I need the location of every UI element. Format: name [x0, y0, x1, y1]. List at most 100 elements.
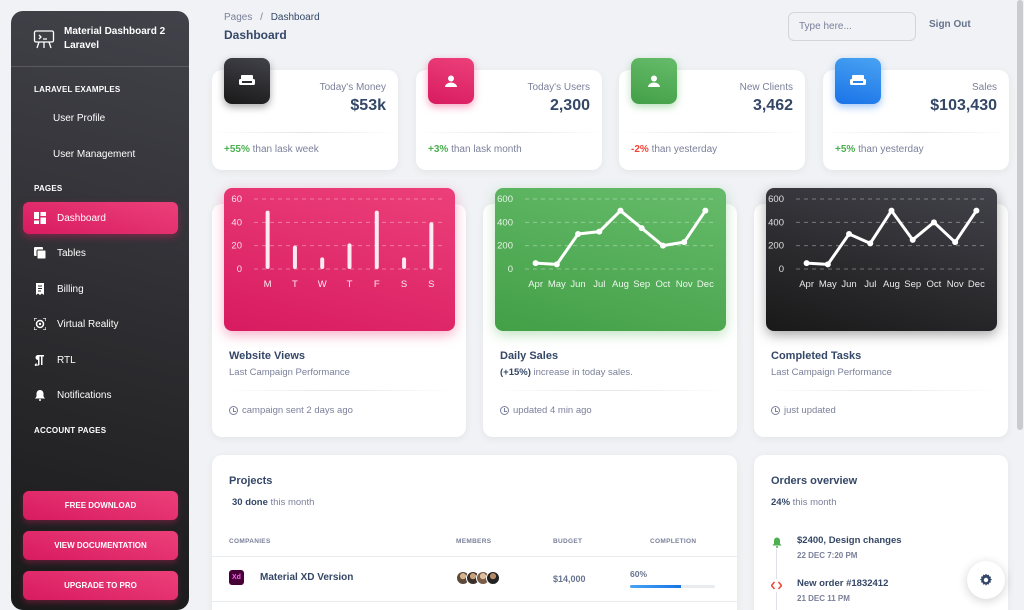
stat-label: Today's Users — [527, 82, 591, 93]
data-point — [659, 242, 666, 249]
sidebar-item-notifications[interactable]: Notifications — [23, 379, 178, 411]
x-tick-label: M — [264, 279, 272, 290]
sidebar-item-label: Tables — [57, 247, 86, 259]
chart-footer-text: campaign sent 2 days ago — [242, 405, 353, 416]
y-tick-label: 0 — [779, 264, 784, 275]
data-point — [973, 207, 980, 214]
x-tick-label: S — [428, 279, 434, 290]
orders-percent: 24% — [771, 497, 791, 508]
stat-value: $103,430 — [930, 97, 997, 114]
x-tick-label: S — [401, 279, 407, 290]
view-documentation-button[interactable]: VIEW DOCUMENTATION — [23, 531, 178, 560]
avatar[interactable] — [486, 571, 500, 585]
data-point — [617, 207, 624, 214]
brand-name: Material Dashboard 2 Laravel — [64, 25, 166, 51]
column-header-companies[interactable]: COMPANIES — [229, 538, 271, 545]
sidebar-item-billing[interactable]: Billing — [23, 273, 178, 305]
sidebar-item-label: Billing — [57, 283, 84, 295]
column-header-completion[interactable]: COMPLETION — [650, 538, 696, 545]
divider — [416, 132, 602, 133]
data-point — [596, 228, 603, 235]
data-point — [803, 260, 810, 267]
divider — [212, 556, 737, 557]
bell-icon — [770, 536, 783, 549]
brand[interactable]: Material Dashboard 2 Laravel — [11, 11, 189, 67]
stat-footer: +5% than yesterday — [835, 144, 924, 155]
person-icon — [428, 58, 474, 104]
timeline-item-date: 21 DEC 11 PM — [797, 594, 850, 603]
y-tick-label: 40 — [231, 217, 242, 228]
sidebar-item-rtl[interactable]: RTL — [23, 344, 178, 376]
x-tick-label: Jul — [864, 279, 876, 290]
sign-out-link[interactable]: Sign Out — [929, 19, 971, 30]
timeline-item-title[interactable]: $2400, Design changes — [797, 535, 902, 546]
y-tick-label: 60 — [231, 194, 242, 205]
x-tick-label: Nov — [676, 279, 693, 290]
sidebar-item-dashboard[interactable]: Dashboard — [23, 202, 178, 234]
data-point — [638, 225, 645, 232]
sidebar-item-tables[interactable]: Tables — [23, 237, 178, 269]
x-tick-label: Apr — [799, 279, 814, 290]
divider — [766, 390, 996, 391]
page-scrollbar[interactable] — [1017, 0, 1023, 430]
stat-note: than yesterday — [858, 144, 924, 155]
y-tick-label: 400 — [768, 217, 784, 228]
x-tick-label: Dec — [697, 279, 714, 290]
chart-footer: campaign sent 2 days ago — [229, 405, 353, 416]
weekend-icon — [835, 58, 881, 104]
timeline-item-title[interactable]: New order #1832412 — [797, 578, 888, 589]
brand-logo-icon — [33, 29, 55, 48]
sidebar-item-user-profile[interactable]: User Profile — [23, 102, 178, 134]
bar — [429, 222, 434, 269]
bar — [265, 210, 270, 269]
section-pages: PAGES — [34, 184, 63, 193]
stat-note: than lask week — [252, 144, 319, 155]
clock-icon — [771, 406, 780, 415]
stat-footer: +3% than lask month — [428, 144, 522, 155]
column-header-members[interactable]: MEMBERS — [456, 538, 491, 545]
daily-sales-chart-svg: 0 200 400 600 Apr May Jun Jul Aug Sep Oct Nov Dec — [497, 194, 716, 290]
timeline-line — [776, 539, 777, 610]
stat-value: 2,300 — [549, 97, 590, 114]
sidebar-item-label: Dashboard — [57, 212, 106, 224]
page-title: Dashboard — [224, 28, 287, 42]
data-point — [553, 261, 560, 268]
project-name: Material XD Version — [260, 572, 354, 583]
y-tick-label: 200 — [497, 241, 513, 252]
x-tick-label: Oct — [656, 279, 671, 290]
progress-bar-fill — [630, 585, 681, 588]
sidebar-item-virtual-reality[interactable]: Virtual Reality — [23, 308, 178, 340]
x-tick-label: Jul — [593, 279, 605, 290]
chart-title: Completed Tasks — [771, 350, 862, 362]
y-tick-label: 200 — [768, 241, 784, 252]
x-tick-label: Aug — [612, 279, 629, 290]
chart-card-website-views: 0 20 40 60 M T W T F S S Website Views Last Campai… — [212, 188, 466, 437]
x-tick-label: W — [318, 279, 327, 290]
free-download-button[interactable]: FREE DOWNLOAD — [23, 491, 178, 520]
y-tick-label: 600 — [497, 194, 513, 205]
projects-done-text: this month — [267, 497, 315, 508]
y-tick-label: 20 — [231, 241, 242, 252]
settings-button[interactable] — [967, 561, 1005, 599]
progress-bar — [630, 585, 715, 588]
clock-icon — [500, 406, 509, 415]
stat-label: New Clients — [739, 82, 793, 93]
divider — [495, 390, 725, 391]
project-completion-value: 60% — [630, 569, 648, 579]
data-point — [824, 261, 831, 268]
notifications-icon — [33, 388, 47, 402]
chart-card-completed-tasks: 0 200 400 600 Apr May Jun Jul Aug Sep Oct Nov Dec Co… — [754, 188, 1008, 437]
orders-subtitle-text: this month — [790, 497, 837, 508]
chart-subtitle: Last Campaign Performance — [771, 367, 892, 378]
search-input[interactable] — [788, 12, 916, 41]
data-point — [575, 231, 582, 237]
stat-value: 3,462 — [752, 97, 793, 114]
breadcrumb-pages-link[interactable]: Pages — [224, 12, 252, 23]
daily-sales-chart: 0 200 400 600 Apr May Jun Jul Aug Sep Oct Nov Dec — [495, 188, 726, 331]
column-header-budget[interactable]: BUDGET — [553, 538, 582, 545]
upgrade-to-pro-button[interactable]: UPGRADE TO PRO — [23, 571, 178, 600]
breadcrumb: Pages / Dashboard — [224, 12, 320, 23]
sidebar-item-user-management[interactable]: User Management — [23, 138, 178, 170]
data-point — [846, 231, 853, 237]
chart-footer: just updated — [771, 405, 836, 416]
